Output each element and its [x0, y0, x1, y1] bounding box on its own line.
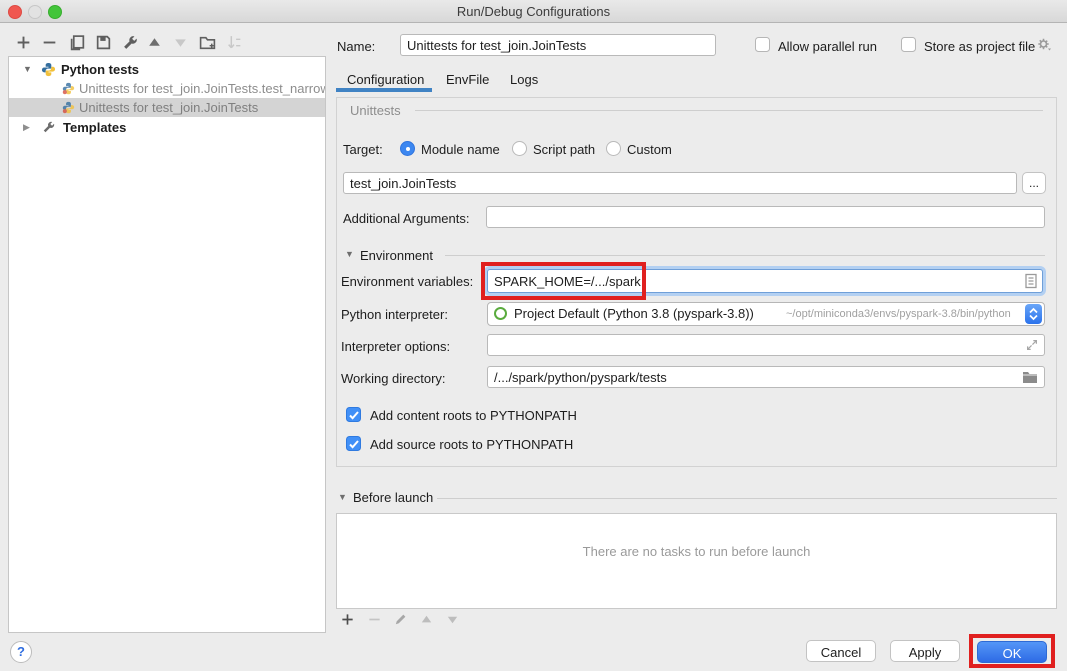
add-content-roots-checkbox[interactable] — [346, 407, 361, 422]
before-launch-task-list[interactable]: There are no tasks to run before launch — [336, 513, 1057, 609]
tree-item-unittest-narrow[interactable]: Unittests for test_join.JoinTests.test_n… — [9, 79, 325, 98]
environment-section-label: Environment — [360, 248, 433, 263]
conda-env-icon — [494, 307, 507, 320]
edit-task-icon — [393, 612, 408, 627]
tree-item-templates[interactable]: ▶ Templates — [9, 118, 325, 137]
sort-configurations-icon — [226, 34, 243, 51]
target-script-path-radio[interactable] — [512, 141, 527, 156]
name-input[interactable] — [400, 34, 716, 56]
tree-item-unittest-jointests-selected[interactable]: Unittests for test_join.JoinTests — [9, 98, 325, 117]
save-configuration-icon[interactable] — [95, 34, 112, 51]
collapse-icon[interactable]: ▼ — [23, 60, 32, 79]
module-name-input[interactable] — [343, 172, 1017, 194]
interpreter-options-input[interactable] — [487, 334, 1045, 356]
interpreter-value: Project Default (Python 3.8 (pyspark-3.8… — [514, 306, 754, 321]
configurations-tree: ▼ Python tests Unittests for test_join.J… — [8, 56, 326, 633]
name-label: Name: — [337, 39, 375, 54]
add-content-roots-label: Add content roots to PYTHONPATH — [370, 408, 577, 423]
tab-logs[interactable]: Logs — [510, 72, 538, 87]
copy-configuration-icon[interactable] — [69, 34, 86, 51]
env-vars-label: Environment variables: — [341, 274, 473, 289]
tab-envfile[interactable]: EnvFile — [446, 72, 489, 87]
apply-button[interactable]: Apply — [890, 640, 960, 662]
move-task-down-icon — [445, 612, 460, 627]
additional-arguments-input[interactable] — [486, 206, 1045, 228]
before-launch-collapse-icon[interactable]: ▼ — [338, 492, 347, 502]
working-directory-label: Working directory: — [341, 371, 446, 386]
store-project-label: Store as project file — [924, 39, 1035, 54]
unittests-group-title: Unittests — [350, 103, 401, 118]
target-module-name-radio[interactable] — [400, 141, 415, 156]
env-vars-browse-icon[interactable] — [1024, 273, 1038, 289]
add-configuration-icon[interactable] — [15, 34, 32, 51]
tree-item-label: Templates — [63, 118, 126, 137]
remove-configuration-icon[interactable] — [41, 34, 58, 51]
interpreter-path: ~/opt/miniconda3/envs/pyspark-3.8/bin/py… — [786, 308, 1011, 320]
allow-parallel-label: Allow parallel run — [778, 39, 877, 54]
before-launch-divider — [437, 498, 1057, 499]
python-interpreter-combobox[interactable]: Project Default (Python 3.8 (pyspark-3.8… — [487, 302, 1045, 326]
add-source-roots-checkbox[interactable] — [346, 436, 361, 451]
python-test-icon — [62, 82, 75, 95]
help-button[interactable]: ? — [10, 641, 32, 663]
edit-templates-icon[interactable] — [122, 34, 139, 51]
before-launch-label: Before launch — [353, 490, 433, 505]
move-down-icon — [172, 34, 189, 51]
annotation-box-env-vars — [481, 262, 646, 300]
cancel-button[interactable]: Cancel — [806, 640, 876, 662]
window-title: Run/Debug Configurations — [0, 4, 1067, 19]
python-test-icon — [62, 101, 75, 114]
templates-wrench-icon — [42, 120, 56, 134]
folder-icon[interactable] — [1022, 370, 1038, 384]
python-interpreter-label: Python interpreter: — [341, 307, 448, 322]
allow-parallel-checkbox[interactable] — [755, 37, 770, 52]
run-debug-configurations-dialog: Run/Debug Configurations ▼ Python tests … — [0, 0, 1067, 671]
target-script-path-label: Script path — [533, 142, 595, 157]
add-source-roots-label: Add source roots to PYTHONPATH — [370, 437, 573, 452]
expand-icon[interactable]: ▶ — [23, 118, 30, 137]
active-tab-underline — [336, 88, 432, 92]
empty-tasks-text: There are no tasks to run before launch — [337, 544, 1056, 559]
tab-configuration[interactable]: Configuration — [347, 72, 424, 87]
gear-icon[interactable] — [1036, 36, 1052, 52]
combobox-spinner-icon[interactable] — [1025, 304, 1042, 324]
annotation-box-ok-button — [969, 634, 1055, 668]
create-folder-icon[interactable] — [199, 34, 216, 51]
target-custom-radio[interactable] — [606, 141, 621, 156]
add-task-icon[interactable] — [340, 612, 355, 627]
title-bar: Run/Debug Configurations — [0, 0, 1067, 23]
python-icon — [41, 62, 56, 77]
target-custom-label: Custom — [627, 142, 672, 157]
working-directory-input[interactable] — [487, 366, 1045, 388]
move-task-up-icon — [419, 612, 434, 627]
target-label: Target: — [343, 142, 383, 157]
tree-item-label: Unittests for test_join.JoinTests.test_n… — [79, 79, 326, 98]
tree-item-label: Python tests — [61, 60, 139, 79]
tree-item-python-tests[interactable]: ▼ Python tests — [9, 60, 325, 79]
browse-module-button[interactable]: ... — [1022, 172, 1046, 194]
environment-collapse-icon[interactable]: ▼ — [345, 249, 354, 259]
store-project-checkbox[interactable] — [901, 37, 916, 52]
interpreter-options-label: Interpreter options: — [341, 339, 450, 354]
move-up-icon[interactable] — [146, 34, 163, 51]
tree-item-label: Unittests for test_join.JoinTests — [79, 98, 258, 117]
remove-task-icon — [367, 612, 382, 627]
additional-arguments-label: Additional Arguments: — [343, 211, 469, 226]
environment-divider — [445, 255, 1045, 256]
expand-field-icon[interactable] — [1025, 338, 1039, 352]
target-module-name-label: Module name — [421, 142, 500, 157]
group-divider — [415, 110, 1043, 111]
